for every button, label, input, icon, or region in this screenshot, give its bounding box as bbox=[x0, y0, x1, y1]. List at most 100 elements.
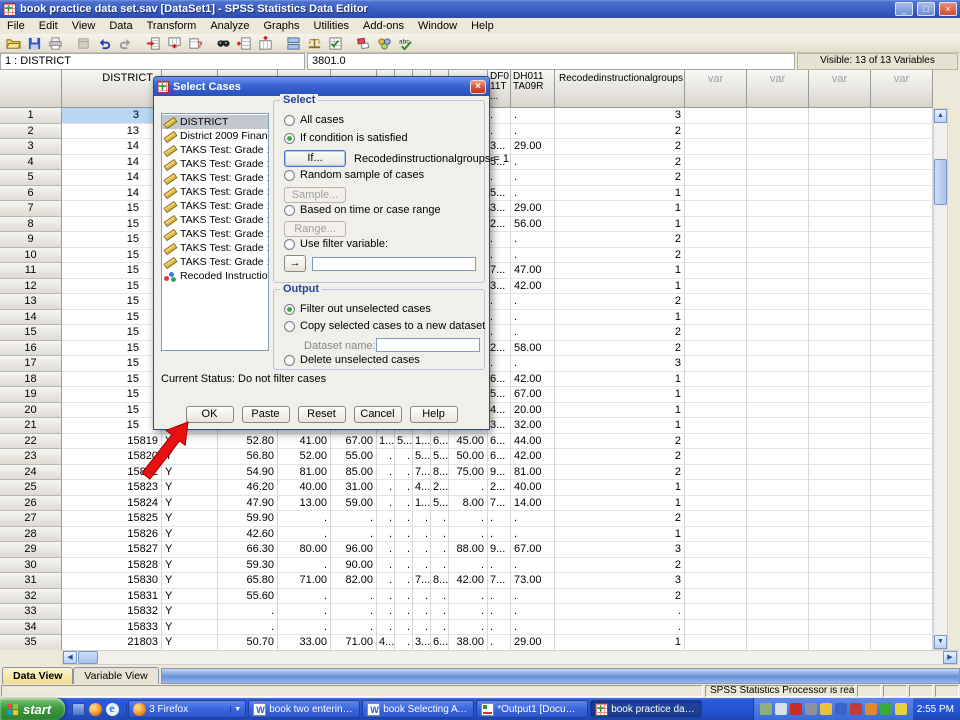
row-header-cell[interactable]: 8 bbox=[0, 217, 62, 233]
grid-cell[interactable]: 6... bbox=[431, 434, 449, 450]
value-labels-icon[interactable] bbox=[353, 35, 374, 52]
grid-cell[interactable]: . bbox=[395, 620, 413, 636]
grid-cell[interactable] bbox=[685, 155, 747, 171]
close-button[interactable]: × bbox=[939, 2, 957, 16]
grid-cell[interactable]: . bbox=[449, 480, 488, 496]
grid-cell[interactable]: 3... bbox=[413, 635, 431, 651]
grid-cell[interactable] bbox=[871, 186, 933, 202]
column-header-dh[interactable]: DH011 TA09R bbox=[511, 70, 555, 108]
grid-cell[interactable] bbox=[685, 511, 747, 527]
menu-addons[interactable]: Add-ons bbox=[356, 19, 411, 33]
menu-utilities[interactable]: Utilities bbox=[307, 19, 356, 33]
grid-cell[interactable] bbox=[871, 263, 933, 279]
grid-cell[interactable]: 96.00 bbox=[331, 542, 377, 558]
grid-cell[interactable]: . bbox=[431, 542, 449, 558]
grid-cell[interactable]: 2 bbox=[555, 294, 685, 310]
grid-cell[interactable]: 2 bbox=[555, 170, 685, 186]
grid-cell[interactable] bbox=[747, 434, 809, 450]
column-header-var3[interactable]: var bbox=[809, 70, 871, 108]
grid-cell[interactable]: 82.00 bbox=[331, 573, 377, 589]
row-header-cell[interactable]: 21 bbox=[0, 418, 62, 434]
if-button[interactable]: If... bbox=[284, 150, 346, 167]
grid-cell[interactable]: . bbox=[377, 558, 395, 574]
grid-cell[interactable]: . bbox=[488, 635, 511, 651]
grid-cell[interactable]: 13.00 bbox=[278, 496, 331, 512]
tray-icon-6[interactable] bbox=[835, 703, 847, 715]
grid-cell[interactable] bbox=[747, 356, 809, 372]
grid-cell[interactable]: . bbox=[331, 620, 377, 636]
grid-cell[interactable] bbox=[871, 620, 933, 636]
grid-cell[interactable]: 15828 bbox=[62, 558, 162, 574]
grid-cell[interactable] bbox=[685, 589, 747, 605]
grid-cell[interactable]: 9... bbox=[488, 465, 511, 481]
grid-cell[interactable]: 56.80 bbox=[218, 449, 278, 465]
grid-cell[interactable]: 1... bbox=[377, 434, 395, 450]
radio-copy-dataset-label[interactable]: Copy selected cases to a new dataset bbox=[300, 320, 485, 332]
grid-cell[interactable] bbox=[809, 527, 871, 543]
grid-cell[interactable]: 2 bbox=[555, 248, 685, 264]
grid-cell[interactable]: . bbox=[511, 356, 555, 372]
grid-cell[interactable]: Y bbox=[162, 589, 218, 605]
row-header-cell[interactable]: 3 bbox=[0, 139, 62, 155]
grid-cell[interactable]: . bbox=[488, 170, 511, 186]
grid-cell[interactable]: 90.00 bbox=[331, 558, 377, 574]
grid-cell[interactable] bbox=[747, 589, 809, 605]
grid-cell[interactable] bbox=[747, 341, 809, 357]
grid-cell[interactable]: 80.00 bbox=[278, 542, 331, 558]
grid-cell[interactable]: 2 bbox=[555, 558, 685, 574]
row-header-cell[interactable]: 14 bbox=[0, 310, 62, 326]
tab-variable-view[interactable]: Variable View bbox=[73, 667, 158, 684]
quick-launch-icon[interactable] bbox=[72, 703, 85, 716]
radio-time-range-label[interactable]: Based on time or case range bbox=[300, 204, 441, 216]
variable-list-item[interactable]: TAKS Test: Grade 11 F... bbox=[162, 227, 268, 241]
grid-cell[interactable] bbox=[871, 325, 933, 341]
scroll-left-button[interactable]: ◀ bbox=[63, 651, 77, 664]
grid-cell[interactable]: . bbox=[377, 480, 395, 496]
grid-cell[interactable] bbox=[871, 201, 933, 217]
row-header-cell[interactable]: 35 bbox=[0, 635, 62, 651]
reset-button[interactable]: Reset bbox=[298, 406, 346, 423]
grid-cell[interactable]: 2... bbox=[488, 217, 511, 233]
grid-cell[interactable] bbox=[747, 620, 809, 636]
firefox-icon[interactable] bbox=[89, 703, 102, 716]
radio-delete-unselected-control[interactable] bbox=[284, 355, 295, 366]
grid-cell[interactable]: Y bbox=[162, 542, 218, 558]
grid-cell[interactable]: 15 bbox=[62, 341, 162, 357]
variable-list-item[interactable]: TAKS Test: Grade 11 A... bbox=[162, 171, 268, 185]
grid-cell[interactable] bbox=[747, 527, 809, 543]
grid-cell[interactable] bbox=[809, 201, 871, 217]
grid-cell[interactable]: . bbox=[431, 620, 449, 636]
grid-cell[interactable]: . bbox=[218, 620, 278, 636]
radio-time-range[interactable]: Based on time or case range bbox=[284, 204, 441, 216]
grid-cell[interactable]: 32.00 bbox=[511, 418, 555, 434]
group-expand-icon[interactable]: ▼ bbox=[230, 706, 241, 713]
grid-cell[interactable]: 4... bbox=[488, 403, 511, 419]
grid-cell[interactable]: . bbox=[449, 604, 488, 620]
grid-cell[interactable] bbox=[685, 341, 747, 357]
variable-list[interactable]: DISTRICTDistrict 2009 Finance: E...TAKS … bbox=[161, 113, 269, 351]
grid-cell[interactable]: . bbox=[377, 511, 395, 527]
grid-cell[interactable]: . bbox=[413, 558, 431, 574]
grid-cell[interactable]: . bbox=[431, 527, 449, 543]
grid-cell[interactable]: 2 bbox=[555, 325, 685, 341]
tray-icon-8[interactable] bbox=[865, 703, 877, 715]
grid-cell[interactable]: . bbox=[413, 589, 431, 605]
grid-cell[interactable]: 1 bbox=[555, 186, 685, 202]
grid-cell[interactable] bbox=[809, 620, 871, 636]
grid-cell[interactable]: 3... bbox=[488, 279, 511, 295]
cell-value-field[interactable]: 3801.0 bbox=[307, 53, 795, 70]
grid-cell[interactable] bbox=[685, 108, 747, 124]
grid-cell[interactable] bbox=[747, 325, 809, 341]
grid-cell[interactable]: 42.00 bbox=[511, 449, 555, 465]
grid-cell[interactable] bbox=[685, 418, 747, 434]
grid-cell[interactable]: 3... bbox=[488, 418, 511, 434]
grid-cell[interactable]: Y bbox=[162, 635, 218, 651]
grid-cell[interactable]: Y bbox=[162, 620, 218, 636]
grid-cell[interactable]: . bbox=[395, 604, 413, 620]
grid-cell[interactable]: . bbox=[511, 620, 555, 636]
insert-variable-icon[interactable] bbox=[255, 35, 276, 52]
grid-cell[interactable]: . bbox=[449, 620, 488, 636]
grid-cell[interactable]: 1 bbox=[555, 217, 685, 233]
grid-cell[interactable] bbox=[685, 248, 747, 264]
grid-cell[interactable] bbox=[685, 186, 747, 202]
